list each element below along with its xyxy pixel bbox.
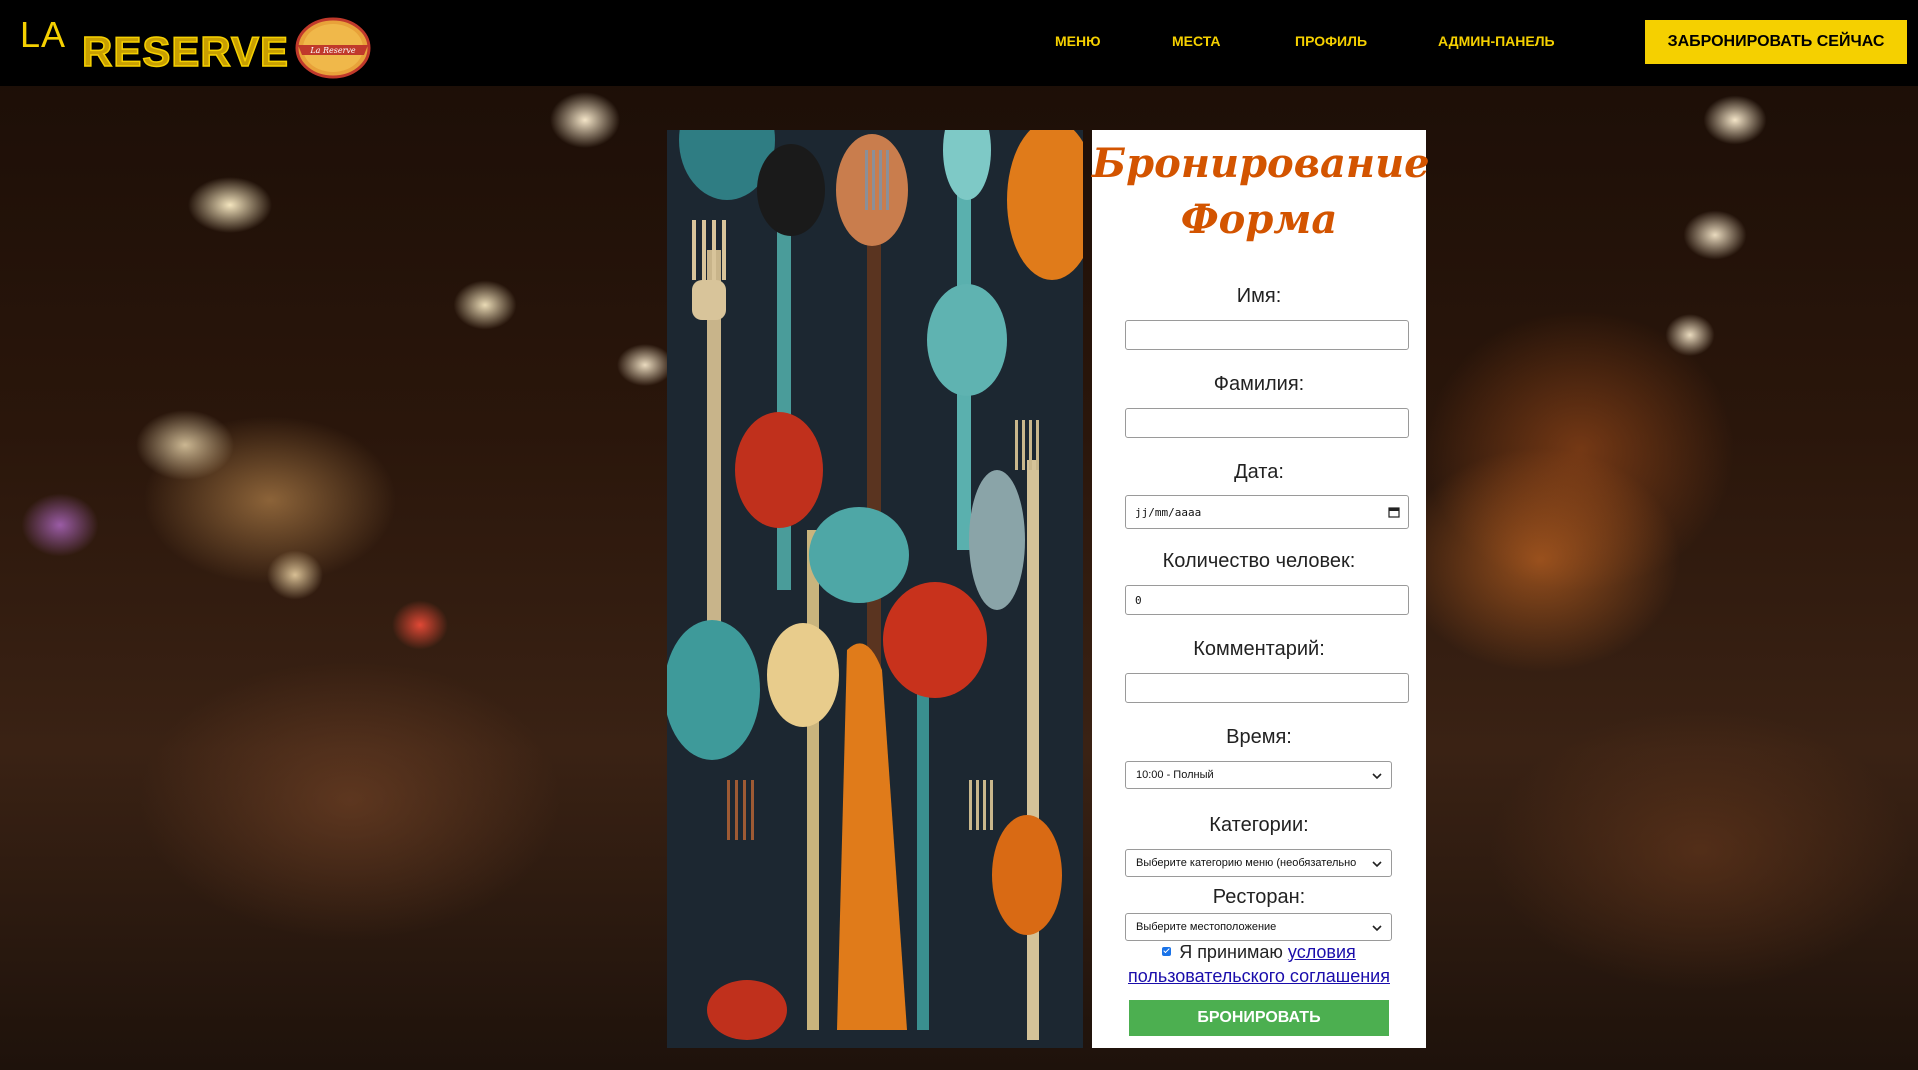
comment-label: Комментарий: [1193, 638, 1325, 660]
people-count-input[interactable]: 0 [1125, 585, 1409, 615]
first-name-input[interactable] [1125, 320, 1409, 350]
category-select[interactable]: Выберите категорию меню (необязательно [1125, 849, 1392, 877]
restaurant-label: Ресторан: [1212, 886, 1306, 908]
nav-admin-panel-link[interactable]: АДМИН-ПАНЕЛЬ [1438, 33, 1555, 49]
time-label: Время: [1226, 726, 1292, 748]
form-title: Бронирование Форма [1092, 136, 1430, 248]
date-input[interactable]: jj/mm/aaaa [1125, 495, 1409, 529]
form-title-line2: Форма [1180, 196, 1338, 243]
time-select[interactable]: 10:00 - Полный [1125, 761, 1392, 789]
logo-badge-icon: La Reserve [294, 17, 372, 79]
comment-input[interactable] [1125, 673, 1409, 703]
terms-link-part2[interactable]: пользовательского соглашения [1128, 966, 1390, 986]
time-selected: 10:00 - Полный [1136, 769, 1214, 781]
category-selected: Выберите категорию меню (необязательно [1136, 857, 1357, 869]
category-label: Категории: [1209, 814, 1309, 836]
first-name-label: Имя: [1236, 285, 1282, 307]
restaurant-selected: Выберите местоположение [1136, 921, 1277, 933]
date-label: Дата: [1234, 461, 1284, 483]
logo-reserve-text: RESERVE [81, 27, 289, 76]
terms-link-part1[interactable]: условия [1288, 942, 1356, 962]
agreement-checkbox[interactable] [1162, 947, 1172, 956]
chevron-down-icon [1372, 861, 1382, 868]
chevron-down-icon [1372, 773, 1382, 780]
nav-places-link[interactable]: МЕСТА [1172, 33, 1221, 49]
agreement-row: Я принимаю условия пользовательского сог… [1092, 940, 1426, 988]
form-title-line1: Бронирование [1092, 140, 1430, 187]
people-count-label: Количество человек: [1162, 550, 1356, 572]
logo-la-text: LA [20, 14, 67, 55]
nav-menu-link[interactable]: МЕНЮ [1055, 33, 1101, 49]
restaurant-select[interactable]: Выберите местоположение [1125, 913, 1392, 941]
calendar-icon[interactable] [1388, 506, 1400, 518]
booking-form: Бронирование Форма Имя: Фамилия: Дата: j… [1092, 130, 1430, 1048]
svg-text:La Reserve: La Reserve [309, 46, 356, 55]
nav-profile-link[interactable]: ПРОФИЛЬ [1295, 33, 1367, 49]
agreement-text: Я принимаю [1179, 942, 1283, 962]
top-navbar: LA RESERVE La Reserve МЕНЮ МЕСТА ПРОФИЛЬ… [0, 0, 1918, 86]
submit-booking-button[interactable]: БРОНИРОВАТЬ [1129, 1000, 1389, 1036]
book-now-button[interactable]: ЗАБРОНИРОВАТЬ СЕЙЧАС [1645, 20, 1907, 64]
chevron-down-icon [1372, 925, 1382, 932]
date-placeholder: jj/mm/aaaa [1135, 505, 1202, 519]
last-name-label: Фамилия: [1213, 373, 1305, 395]
cutlery-illustration [667, 130, 1083, 1048]
last-name-input[interactable] [1125, 408, 1409, 438]
